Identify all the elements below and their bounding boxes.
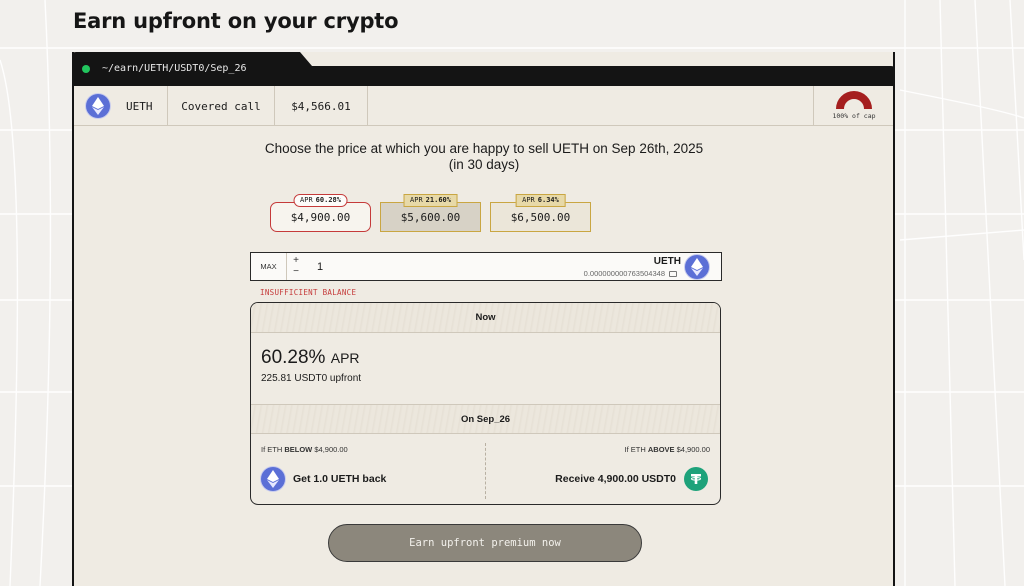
apr-summary-value: 60.28%: [261, 347, 326, 368]
ethereum-icon: [86, 94, 110, 118]
apr-badge-label: APR: [522, 196, 535, 204]
instruction-line-2: (in 30 days): [448, 157, 520, 172]
above-condition: If ETH ABOVE $4,900.00: [625, 445, 710, 454]
page-title: Earn upfront on your crypto: [73, 9, 399, 33]
outcome-divider: [485, 443, 486, 499]
instruction-line-1: Choose the price at which you are happy …: [264, 141, 704, 156]
ethereum-icon: [685, 255, 709, 279]
asset-cell[interactable]: UETH: [74, 86, 168, 126]
expiry-header: On Sep_26: [251, 404, 720, 434]
balance-value: 0.000000000763504348: [583, 269, 665, 278]
cap-gauge-icon: [836, 91, 872, 110]
apr-badge-label: APR: [300, 196, 313, 204]
cap-indicator: 100% of cap: [813, 86, 893, 126]
window-titlebar: ~/earn/UETH/USDT0/Sep_26: [72, 52, 895, 86]
below-outcome-text: Get 1.0 UETH back: [293, 473, 387, 485]
earn-premium-button[interactable]: Earn upfront premium now: [328, 524, 642, 562]
apr-badge: APR 6.34%: [515, 194, 566, 207]
strategy-cell[interactable]: Covered call: [168, 86, 275, 126]
summary-card: Now 60.28% APR 225.81 USDT0 upfront On S…: [250, 302, 721, 505]
wallet-balance: 0.000000000763504348: [584, 269, 677, 278]
apr-summary-label: APR: [330, 350, 360, 366]
apr-badge: APR 21.60%: [403, 194, 458, 207]
apr-badge-label: APR: [410, 196, 423, 204]
strike-price: $4,900.00: [290, 210, 351, 224]
cap-label: 100% of cap: [832, 112, 876, 120]
terminal-window: ~/earn/UETH/USDT0/Sep_26 UETH Covered ca…: [72, 52, 895, 586]
amount-input-row: MAX + − 1 UETH 0.000000000763504348: [250, 252, 722, 281]
apr-badge: APR 60.28%: [293, 194, 348, 207]
insufficient-balance-error: INSUFFICIENT BALANCE: [260, 288, 357, 297]
now-header: Now: [251, 303, 720, 333]
spot-price-cell: $4,566.01: [275, 86, 368, 126]
above-price: $4,900.00: [674, 445, 710, 454]
above-outcome: Receive 4,900.00 USDT0: [555, 467, 708, 491]
apr-summary: 60.28% APR: [261, 347, 360, 369]
above-outcome-text: Receive 4,900.00 USDT0: [555, 473, 676, 485]
usdt-icon: [684, 467, 708, 491]
amount-input[interactable]: 1: [317, 261, 323, 273]
strike-price: $5,600.00: [400, 210, 461, 224]
upfront-amount: 225.81 USDT0 upfront: [261, 373, 362, 384]
below-outcome: Get 1.0 UETH back: [261, 467, 386, 491]
apr-badge-value: 6.34%: [537, 196, 559, 204]
info-bar: UETH Covered call $4,566.01 100% of cap: [74, 86, 893, 126]
asset-label: UETH: [126, 99, 153, 113]
below-prefix: If ETH: [261, 445, 285, 454]
strike-option-1[interactable]: APR 60.28% $4,900.00: [270, 194, 371, 232]
increment-button[interactable]: +: [291, 255, 301, 266]
strike-option-2[interactable]: APR 21.60% $5,600.00: [380, 194, 481, 232]
ethereum-icon: [261, 467, 285, 491]
wallet-icon: [669, 270, 677, 277]
strike-instruction: Choose the price at which you are happy …: [254, 141, 714, 173]
strike-price: $6,500.00: [510, 210, 571, 224]
above-keyword: ABOVE: [647, 445, 675, 454]
above-prefix: If ETH: [624, 445, 648, 454]
amount-asset-label: UETH: [653, 256, 681, 267]
decrement-button[interactable]: −: [291, 266, 301, 277]
status-dot: [82, 65, 90, 73]
below-condition: If ETH BELOW $4,900.00: [261, 445, 348, 454]
apr-badge-value: 60.28%: [315, 196, 341, 204]
apr-badge-value: 21.60%: [425, 196, 451, 204]
below-price: $4,900.00: [312, 445, 348, 454]
quantity-stepper[interactable]: + −: [291, 255, 301, 279]
strike-option-3[interactable]: APR 6.34% $6,500.00: [490, 194, 591, 232]
route-path: ~/earn/UETH/USDT0/Sep_26: [102, 63, 247, 74]
max-button[interactable]: MAX: [251, 253, 287, 280]
below-keyword: BELOW: [284, 445, 313, 454]
spot-price: $4,566.01: [291, 99, 351, 113]
strategy-label: Covered call: [181, 99, 261, 113]
